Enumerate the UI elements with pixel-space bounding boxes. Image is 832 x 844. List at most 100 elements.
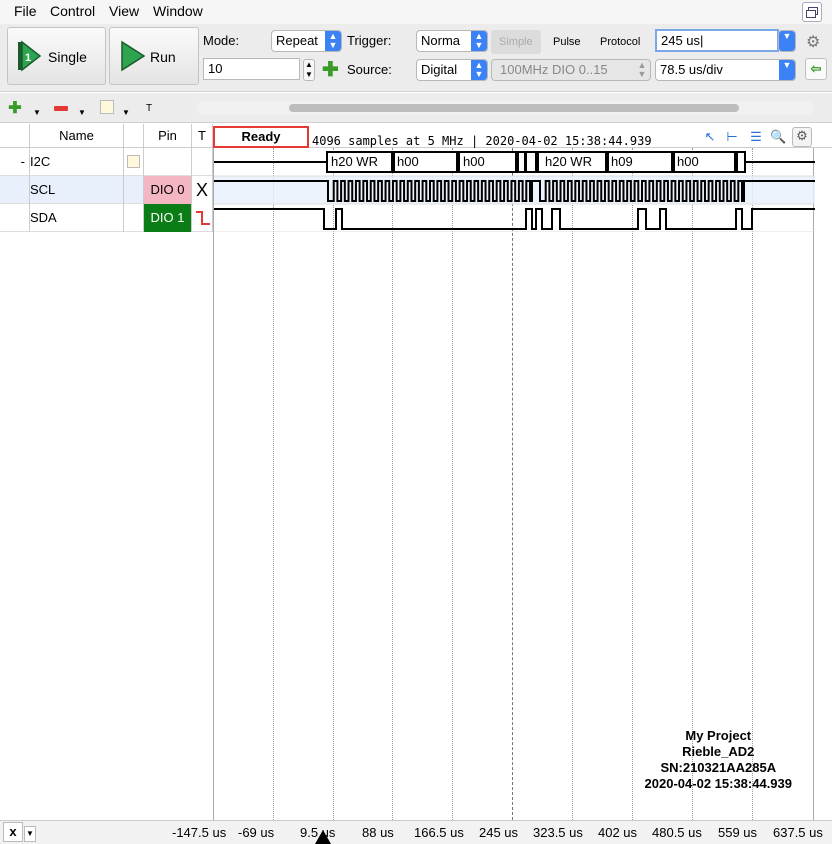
device-info: My Project Rieble_AD2 SN:210321AA285A 20… — [645, 728, 792, 792]
tab-protocol[interactable]: Protocol — [592, 30, 648, 54]
capture-timestamp: 2020-04-02 15:38:44.939 — [644, 776, 792, 791]
count-stepper[interactable]: ▲ ▼ — [303, 59, 315, 81]
axis-tick: 323.5 us — [533, 825, 583, 840]
channel-row-i2c[interactable]: - I2C — [0, 148, 214, 176]
gridline — [572, 148, 573, 820]
single-label: Single — [48, 49, 87, 65]
remove-channel-icon[interactable] — [50, 100, 72, 118]
header-blank-2 — [124, 124, 144, 148]
axis-tick: 637.5 us — [773, 825, 823, 840]
gear-icon[interactable]: ⚙ — [806, 32, 820, 52]
trigger-position-value: 245 us — [661, 33, 701, 48]
trigger-marker-icon[interactable] — [315, 830, 331, 844]
chevron-down-icon: ▼ — [779, 31, 795, 51]
source-select[interactable]: Digital ▲ ▼ — [416, 59, 488, 81]
axis-tick: -69 us — [238, 825, 275, 840]
run-button[interactable]: Run — [109, 27, 199, 85]
source-channel-value: 100MHz DIO 0..15 — [500, 62, 608, 77]
channel-pin[interactable]: DIO 0 — [144, 176, 192, 204]
chevron-updown-icon: ▲ ▼ — [471, 60, 487, 80]
channel-pin[interactable]: DIO 1 — [144, 204, 192, 232]
trigger-gridline — [512, 148, 513, 820]
add-source-icon[interactable]: ✚ — [322, 57, 339, 82]
trigger-x-icon[interactable]: X — [192, 176, 213, 204]
scrollbar-thumb[interactable] — [289, 104, 739, 112]
capture-count-input[interactable]: 10 — [203, 58, 300, 80]
chevron-down-icon[interactable]: ▼ — [78, 108, 86, 117]
status-ready: Ready — [213, 126, 309, 148]
gridline — [452, 148, 453, 820]
channel-pin — [144, 148, 192, 176]
gridline — [752, 148, 753, 820]
chevron-down-icon[interactable]: ▼ — [122, 108, 130, 117]
timebase-select[interactable]: 78.5 us/div ▼ — [655, 59, 796, 81]
tab-pulse[interactable]: Pulse — [545, 30, 589, 54]
collapse-toggle[interactable]: - — [0, 148, 30, 176]
time-axis-bar: x ▼ -147.5 us -69 us 9.5 us 88 us 166.5 … — [0, 820, 832, 844]
trigger-position-input[interactable]: 245 us| — [655, 29, 779, 52]
timebase-value: 78.5 us/div — [660, 62, 723, 77]
arrow-left-icon[interactable]: ⇦ — [805, 58, 827, 80]
bus-label: h09 — [611, 154, 633, 169]
bus-label: h00 — [397, 154, 419, 169]
menu-control[interactable]: Control — [50, 3, 95, 19]
channel-row-sda[interactable]: SDA DIO 1 — [0, 204, 214, 232]
chevron-down-icon[interactable]: ▼ — [24, 826, 36, 842]
axis-tick: -147.5 us — [172, 825, 227, 840]
waveform-plot[interactable]: h20 WR h00 h00 h20 WR h09 h00 — [213, 148, 815, 820]
edit-channel-icon[interactable] — [96, 100, 118, 118]
chevron-down-icon[interactable]: ▼ — [33, 108, 41, 117]
tab-simple[interactable]: Simple — [491, 30, 541, 54]
settings-gear-icon[interactable]: ⚙ — [792, 127, 812, 147]
align-left-icon[interactable]: ⊢ — [724, 129, 740, 145]
capture-count-value: 10 — [208, 61, 223, 76]
gridline — [273, 148, 274, 820]
channel-name: I2C — [30, 148, 124, 176]
menu-bar: File Control View Window — [0, 0, 832, 24]
edit-channel-icon[interactable] — [124, 148, 144, 176]
sda-waveform — [214, 208, 815, 230]
gridline — [392, 148, 393, 820]
source-channel-select[interactable]: 100MHz DIO 0..15 ▲ ▼ — [491, 59, 651, 81]
mode-select[interactable]: Repeat ▲ ▼ — [271, 30, 342, 52]
trigger-select[interactable]: Norma ▲ ▼ — [416, 30, 488, 52]
run-label: Run — [150, 49, 176, 65]
zoom-icon[interactable]: 🔍 — [770, 129, 786, 145]
chevron-down-icon: ▼ — [779, 60, 795, 80]
axis-tick: 88 us — [362, 825, 394, 840]
project-name: My Project — [685, 728, 752, 743]
menu-file[interactable]: File — [14, 3, 37, 19]
single-button[interactable]: 1 Single — [7, 27, 106, 85]
bus-label: h00 — [463, 154, 485, 169]
trigger-falling-edge-icon[interactable] — [192, 204, 213, 232]
add-channel-icon[interactable]: ✚ — [4, 100, 26, 118]
channel-name: SCL — [30, 176, 124, 204]
channel-trigger — [192, 148, 213, 176]
channel-prefix — [0, 204, 30, 232]
chevron-updown-icon: ▲ ▼ — [471, 31, 487, 51]
menu-window[interactable]: Window — [153, 3, 203, 19]
run-play-icon — [121, 40, 146, 72]
gridline — [632, 148, 633, 820]
menu-view[interactable]: View — [109, 3, 139, 19]
plot-header: Ready 4096 samples at 5 MHz | 2020-04-02… — [213, 124, 832, 148]
channel-name: SDA — [30, 204, 124, 232]
bus-segment — [525, 151, 537, 173]
mode-value: Repeat — [276, 33, 318, 48]
sda-trace — [214, 208, 815, 230]
bus-segment — [517, 151, 526, 173]
axis-tick: 402 us — [598, 825, 638, 840]
channel-row-scl[interactable]: SCL DIO 0 X — [0, 176, 214, 204]
text-icon[interactable]: T — [138, 100, 160, 118]
cursor-icon[interactable]: ↖ — [702, 129, 718, 145]
axis-unit-button[interactable]: x — [3, 822, 23, 842]
channel-toolbar: ✚ ▼ ▼ ▼ T — [0, 93, 832, 123]
align-list-icon[interactable]: ☰ — [748, 129, 764, 145]
bus-segment — [736, 151, 746, 173]
restore-window-icon[interactable] — [802, 2, 822, 22]
position-dropdown[interactable]: ▼ — [778, 30, 796, 52]
channels-grid: Name Pin T Ready 4096 samples at 5 MHz |… — [0, 124, 832, 820]
blank-cell — [124, 204, 144, 232]
horizontal-scrollbar[interactable] — [197, 101, 814, 115]
single-play-icon: 1 — [18, 40, 42, 72]
